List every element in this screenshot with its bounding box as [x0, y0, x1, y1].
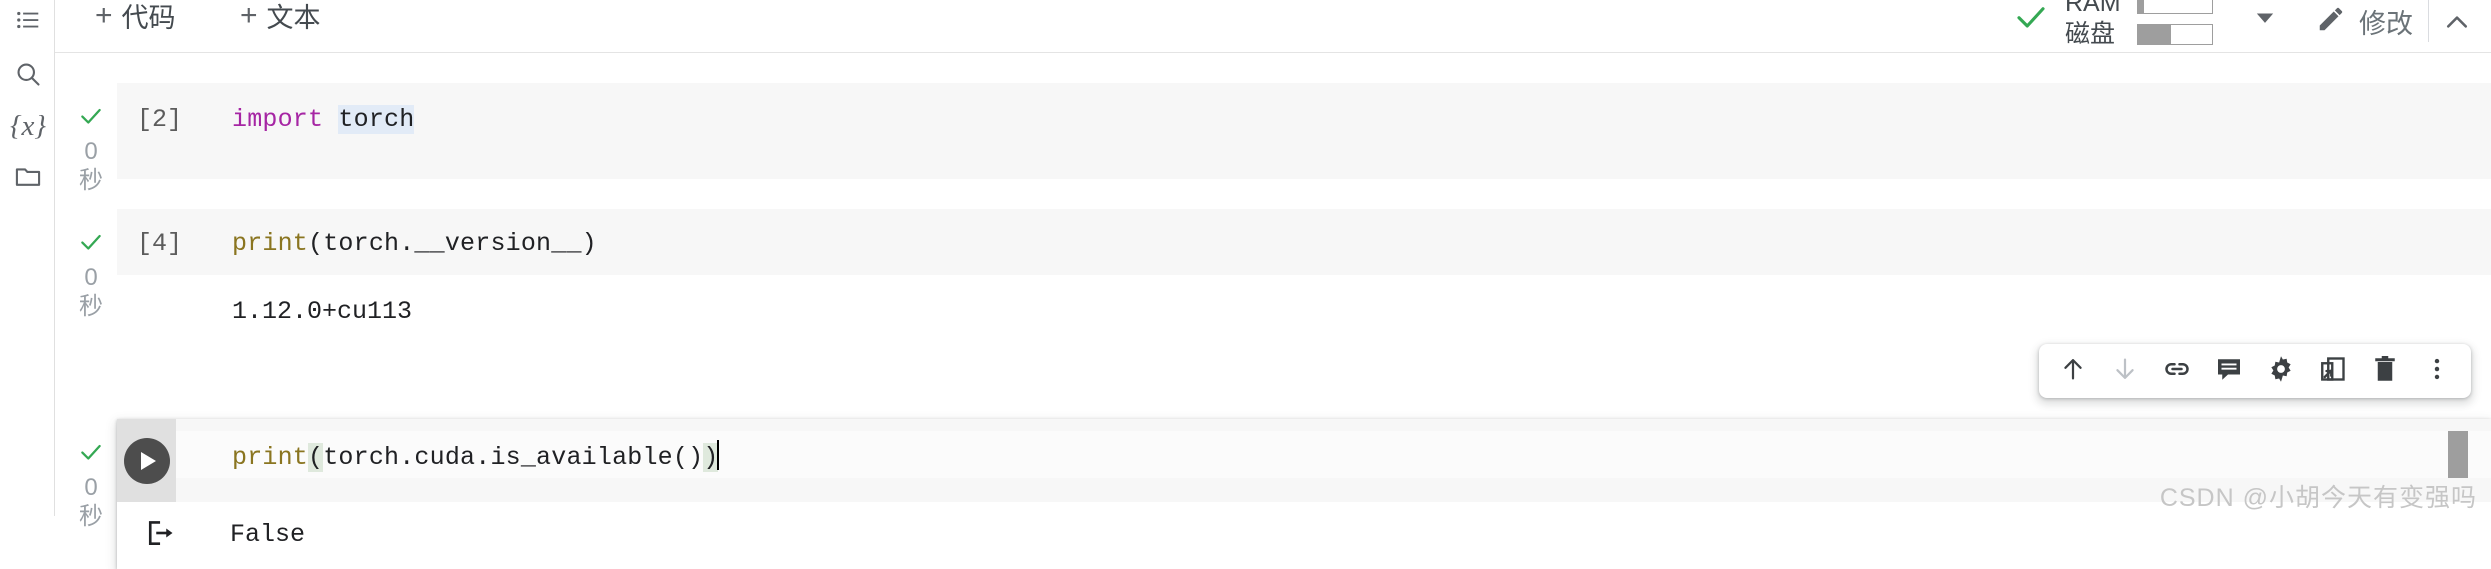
cell-code-editor[interactable]: print(torch.cuda.is_available()) — [176, 419, 2491, 502]
code-cell[interactable]: 0 秒 [4] print(torch.__version__) 1.12.0+… — [55, 209, 2491, 364]
chevron-down-icon — [2251, 3, 2279, 36]
execution-duration-value: 0 — [84, 138, 98, 166]
editor-scrollbar-thumb[interactable] — [2448, 431, 2468, 478]
code-cell[interactable]: 0 秒 [2] import torch — [55, 83, 2491, 194]
runtime-status-cluster[interactable]: RAM 磁盘 — [2013, 0, 2279, 52]
move-cell-up-button[interactable] — [2051, 349, 2095, 393]
gear-icon — [2266, 354, 2296, 389]
execution-duration-value: 0 — [84, 264, 98, 292]
execution-count: [2] — [137, 105, 183, 134]
ram-meter-row: RAM — [2065, 0, 2213, 18]
left-sidebar-rail: {x} — [0, 0, 55, 516]
code-line: import torch — [232, 105, 415, 134]
run-cell-button[interactable] — [123, 437, 170, 484]
ram-meter-fill — [2138, 0, 2144, 13]
search-icon — [14, 60, 42, 88]
arrow-down-icon — [2111, 355, 2139, 388]
cell-code-area[interactable]: [4] print(torch.__version__) — [117, 209, 2491, 275]
code-line: print(torch.__version__) — [232, 229, 597, 258]
execution-duration-unit: 秒 — [79, 166, 103, 194]
check-icon — [78, 103, 104, 136]
resource-meters: RAM 磁盘 — [2065, 0, 2213, 49]
cell-output-text: False — [230, 520, 306, 549]
code-token-args: (torch.__version__) — [308, 229, 597, 258]
runtime-dropdown-button[interactable] — [2251, 3, 2279, 36]
pencil-icon — [2316, 4, 2346, 39]
edit-button-label: 修改 — [2359, 9, 2413, 39]
plus-icon: + — [240, 0, 258, 32]
execution-duration-value: 0 — [84, 474, 98, 502]
check-icon — [78, 439, 104, 472]
ram-label: RAM — [2065, 0, 2121, 17]
cell-status-gutter: 0 秒 — [65, 103, 117, 195]
code-token-close-paren: ) — [703, 443, 719, 472]
more-vertical-icon — [2423, 355, 2451, 388]
cell-status-gutter: 0 秒 — [65, 439, 117, 531]
add-comment-button[interactable] — [2207, 349, 2251, 393]
ram-meter-track — [2137, 0, 2213, 14]
execution-duration-unit: 秒 — [79, 292, 103, 320]
cell-settings-button[interactable] — [2259, 349, 2303, 393]
trash-icon — [2370, 354, 2400, 389]
output-arrow-icon — [145, 518, 175, 553]
sidebar-item-files[interactable] — [8, 157, 48, 197]
cell-code-area[interactable]: [2] import torch — [117, 83, 2491, 179]
code-token-function: print — [232, 443, 309, 472]
notebook-toolbar: + 代码 + 文本 RAM 磁盘 修改 — [55, 0, 2491, 53]
collapse-toolbar-button[interactable] — [2433, 2, 2481, 46]
add-text-cell-label: 文本 — [266, 3, 321, 33]
more-options-button[interactable] — [2415, 349, 2459, 393]
check-icon — [2013, 0, 2049, 40]
code-token-open-paren: ( — [308, 443, 324, 472]
active-cell-container: print(torch.cuda.is_available()) False — [117, 419, 2491, 569]
play-icon — [141, 451, 156, 470]
check-icon — [78, 229, 104, 262]
sidebar-item-search[interactable] — [8, 54, 48, 94]
toolbar-divider — [2428, 0, 2429, 42]
link-icon — [2162, 354, 2192, 389]
execution-count: [4] — [137, 229, 183, 258]
arrow-up-icon — [2059, 355, 2087, 388]
copy-cell-link-button[interactable] — [2155, 349, 2199, 393]
mirror-cell-button[interactable] — [2311, 349, 2355, 393]
code-cell-active[interactable]: 0 秒 print(torch.cuda.is_available()) Fal… — [55, 419, 2491, 569]
code-token-args: torch.cuda.is_available() — [323, 443, 704, 472]
add-code-cell-label: 代码 — [121, 3, 176, 33]
sidebar-item-variables[interactable]: {x} — [8, 106, 48, 146]
add-code-cell-button[interactable]: + 代码 — [95, 0, 176, 35]
disk-meter-row: 磁盘 — [2065, 20, 2213, 49]
code-token-identifier: torch — [338, 105, 415, 134]
run-button-gutter — [117, 419, 176, 502]
cell-output-area: False — [117, 502, 2491, 569]
execution-duration-unit: 秒 — [79, 502, 103, 530]
disk-meter-track — [2137, 24, 2213, 45]
watermark: CSDN @小胡今天有变强吗 — [2159, 484, 2477, 512]
delete-cell-button[interactable] — [2363, 349, 2407, 393]
cell-action-toolbar — [2039, 344, 2471, 398]
variables-icon: {x} — [9, 109, 47, 142]
move-cell-down-button[interactable] — [2103, 349, 2147, 393]
code-token-function: print — [232, 229, 309, 258]
comment-icon — [2214, 354, 2244, 389]
mirror-icon — [2318, 354, 2348, 389]
sidebar-item-table-of-contents[interactable] — [8, 0, 48, 40]
list-icon — [15, 7, 41, 33]
add-text-cell-button[interactable]: + 文本 — [240, 0, 321, 35]
folder-icon — [14, 163, 42, 191]
notebook-body: 0 秒 [2] import torch 0 秒 [4] print(torch… — [55, 53, 2491, 569]
chevron-up-icon — [2442, 7, 2472, 42]
disk-label: 磁盘 — [2065, 20, 2116, 48]
edit-button[interactable]: 修改 — [2316, 2, 2413, 41]
cell-output-text: 1.12.0+cu113 — [232, 297, 413, 326]
text-cursor — [717, 440, 720, 470]
plus-icon: + — [95, 0, 113, 32]
code-line: print(torch.cuda.is_available()) — [232, 440, 720, 472]
cell-status-gutter: 0 秒 — [65, 229, 117, 321]
disk-meter-fill — [2138, 25, 2172, 44]
code-token-keyword: import — [232, 105, 324, 134]
